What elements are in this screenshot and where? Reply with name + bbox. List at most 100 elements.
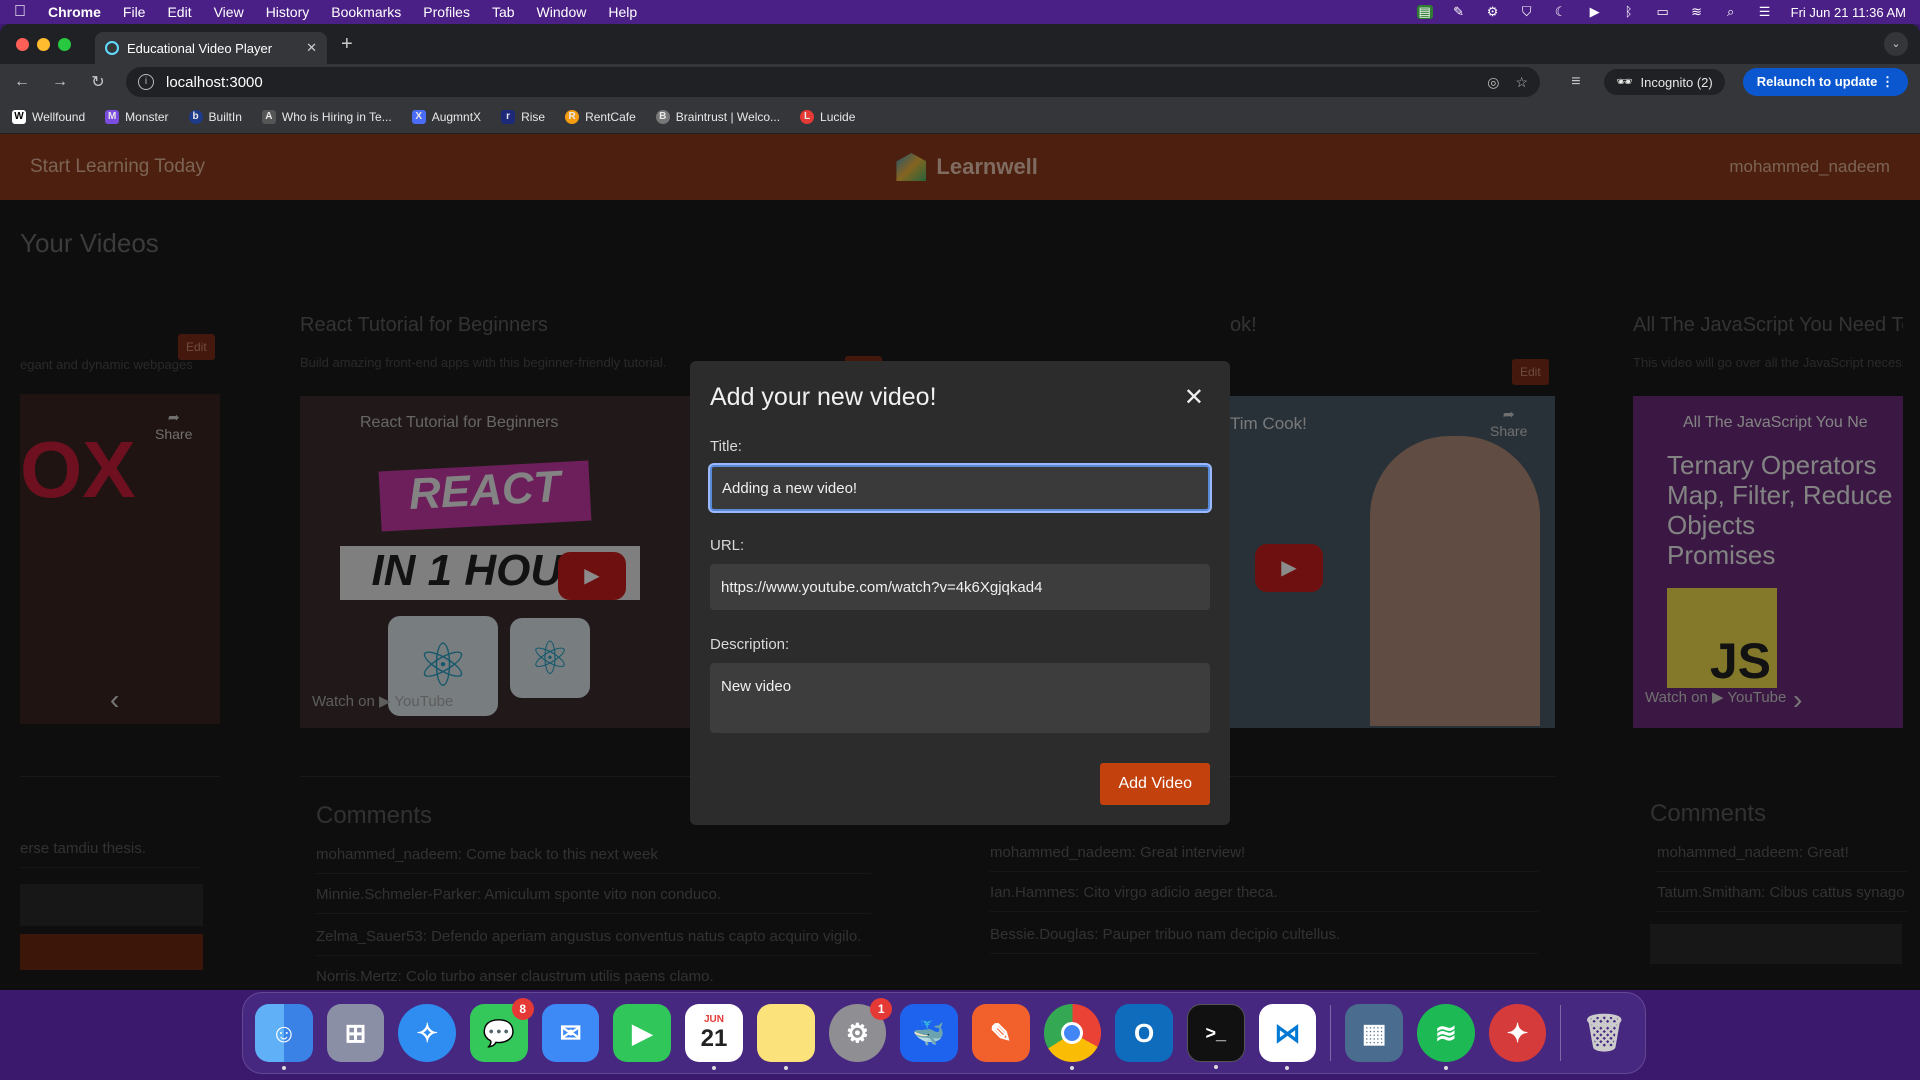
launchpad-icon[interactable]: ⊞ bbox=[326, 1004, 385, 1062]
bookmarks-bar: W Wellfound M Monster b BuiltIn A Who is Hir… bbox=[0, 100, 1920, 134]
clock[interactable]: Fri Jun 21 11:36 AM bbox=[1791, 5, 1906, 20]
new-tab-button[interactable]: + bbox=[341, 33, 353, 56]
description-textarea[interactable]: New video bbox=[710, 663, 1210, 733]
battery-icon[interactable]: ▭ bbox=[1655, 5, 1671, 19]
vscode-icon[interactable]: ⋈ bbox=[1258, 1004, 1317, 1070]
apple-icon[interactable]:  bbox=[14, 3, 26, 21]
forward-icon[interactable]: → bbox=[50, 73, 70, 91]
browser-tab[interactable]: Educational Video Player ✕ bbox=[95, 32, 327, 64]
star-icon[interactable]: ☆ bbox=[1515, 74, 1528, 91]
augmntx-icon: X bbox=[411, 109, 426, 124]
bookmark-rentcafe[interactable]: R RentCafe bbox=[565, 109, 636, 124]
wellfound-icon: W bbox=[12, 109, 26, 124]
rentcafe-icon: R bbox=[565, 109, 580, 124]
messages-badge: 8 bbox=[511, 998, 534, 1020]
menu-app-name[interactable]: Chrome bbox=[48, 4, 101, 20]
bookmark-braintrust[interactable]: B Braintrust | Welco... bbox=[655, 109, 780, 124]
incognito-indicator[interactable]: 🕶 Incognito (2) bbox=[1603, 69, 1725, 95]
settings-badge: 1 bbox=[870, 998, 893, 1020]
close-icon[interactable]: ✕ bbox=[1184, 383, 1204, 412]
chrome-icon[interactable] bbox=[1043, 1004, 1102, 1070]
messages-icon[interactable]: 💬 8 bbox=[470, 998, 534, 1062]
url-text[interactable]: localhost:3000 bbox=[166, 74, 263, 91]
instruments-icon[interactable]: ✦ bbox=[1488, 1004, 1547, 1062]
back-icon[interactable]: ← bbox=[12, 73, 32, 91]
eye-off-icon[interactable]: ◎ bbox=[1487, 74, 1499, 91]
page-content: Start Learning Today Learnwell mohammed_… bbox=[0, 134, 1920, 990]
bookmark-wellfound[interactable]: W Wellfound bbox=[12, 109, 86, 124]
browser-window: Educational Video Player ✕ + ⌄ ← → ↻ i l… bbox=[0, 24, 1920, 990]
menu-file[interactable]: File bbox=[123, 4, 146, 20]
pen-icon[interactable]: ✎ bbox=[1451, 5, 1467, 19]
finder-icon[interactable]: ☺ bbox=[255, 1004, 313, 1070]
safari-icon[interactable]: ✧ bbox=[398, 1004, 457, 1062]
play-circle-icon[interactable]: ▶ bbox=[1587, 5, 1603, 19]
outlook-icon[interactable]: O bbox=[1115, 1004, 1173, 1062]
tab-title: Educational Video Player bbox=[127, 40, 273, 56]
control-center-icon[interactable]: ☰ bbox=[1757, 5, 1773, 19]
url-input[interactable]: https://www.youtube.com/watch?v=4k6Xgjqk… bbox=[710, 564, 1210, 610]
bookmark-who-is-hiring[interactable]: A Who is Hiring in Te... bbox=[261, 109, 392, 124]
bookmark-augmntx[interactable]: X AugmntX bbox=[411, 109, 482, 124]
postman-icon[interactable]: ✎ bbox=[971, 1004, 1030, 1062]
menu-history[interactable]: History bbox=[266, 4, 310, 20]
mail-icon[interactable]: ✉ bbox=[541, 1004, 600, 1062]
maximize-window-button[interactable] bbox=[58, 37, 71, 51]
bluetooth-icon[interactable]: ᛒ bbox=[1621, 5, 1637, 19]
modal-heading: Add your new video! bbox=[710, 383, 937, 411]
menu-edit[interactable]: Edit bbox=[167, 4, 191, 20]
bookmark-builtin[interactable]: b BuiltIn bbox=[188, 109, 242, 124]
bookmark-lucide[interactable]: L Lucide bbox=[800, 109, 855, 124]
title-input[interactable]: Adding a new video! bbox=[710, 465, 1210, 511]
incognito-icon: 🕶 bbox=[1615, 74, 1633, 89]
status-app-icon[interactable]: ▤ bbox=[1416, 5, 1433, 19]
braintrust-icon: B bbox=[655, 109, 670, 124]
add-video-modal: Add your new video! ✕ Title: Adding a ne… bbox=[690, 361, 1230, 825]
terminal-icon[interactable]: >_ bbox=[1186, 1004, 1245, 1069]
bookmark-label: RentCafe bbox=[585, 109, 636, 124]
close-window-button[interactable] bbox=[16, 37, 29, 51]
calendar-day: 21 bbox=[700, 1024, 728, 1052]
bookmark-rise[interactable]: r Rise bbox=[501, 109, 545, 124]
react-favicon-icon bbox=[105, 41, 119, 55]
monster-icon: M bbox=[105, 109, 120, 124]
menu-view[interactable]: View bbox=[214, 4, 244, 20]
menu-profiles[interactable]: Profiles bbox=[423, 4, 470, 20]
wifi-icon[interactable]: ≋ bbox=[1689, 5, 1705, 19]
relaunch-button[interactable]: Relaunch to update ⋮ bbox=[1742, 68, 1908, 96]
tab-search-icon[interactable]: ⌄ bbox=[1884, 32, 1908, 56]
reload-icon[interactable]: ↻ bbox=[88, 72, 108, 92]
shield-icon[interactable]: ⛉ bbox=[1519, 5, 1535, 19]
search-icon[interactable]: ⌕ bbox=[1723, 5, 1739, 19]
system-settings-icon[interactable]: ⚙ 1 bbox=[828, 998, 893, 1062]
address-bar[interactable]: i localhost:3000 ◎ ☆ bbox=[126, 67, 1540, 97]
moon-icon[interactable]: ☾ bbox=[1553, 5, 1569, 19]
close-tab-icon[interactable]: ✕ bbox=[306, 40, 317, 56]
menu-tab[interactable]: Tab bbox=[492, 4, 515, 20]
preview-icon[interactable]: ▦ bbox=[1345, 1004, 1403, 1062]
calendar-icon[interactable]: JUN 21 bbox=[685, 1004, 743, 1070]
dock-separator bbox=[1330, 1005, 1332, 1061]
macos-menu-bar:  Chrome File Edit View History Bookmark… bbox=[0, 0, 1920, 24]
docker-icon[interactable]: 🐳 bbox=[900, 1004, 958, 1062]
calendar-month: JUN bbox=[703, 1013, 724, 1025]
bookmark-label: Who is Hiring in Te... bbox=[281, 109, 392, 124]
menu-bookmarks[interactable]: Bookmarks bbox=[331, 4, 401, 20]
facetime-icon[interactable]: ▶ bbox=[613, 1004, 672, 1062]
macos-dock: ☺ ⊞ ✧ 💬 8 ✉ ▶ JUN 21 ⚙ 1 🐳 ✎ O >_ ⋈ ▦ ≋ ✦ 🗑 bbox=[242, 992, 1646, 1074]
menu-window[interactable]: Window bbox=[537, 4, 587, 20]
minimize-window-button[interactable] bbox=[37, 37, 50, 51]
notes-icon[interactable] bbox=[756, 1004, 815, 1070]
add-video-button[interactable]: Add Video bbox=[1100, 763, 1210, 805]
trash-icon[interactable]: 🗑 bbox=[1575, 1004, 1633, 1062]
bookmark-monster[interactable]: M Monster bbox=[105, 109, 169, 124]
gear-icon[interactable]: ⚙ bbox=[1485, 5, 1501, 19]
bookmark-label: AugmntX bbox=[431, 109, 482, 124]
reading-list-icon[interactable]: ≡ bbox=[1566, 73, 1586, 91]
lucide-icon: L bbox=[800, 109, 815, 124]
menu-help[interactable]: Help bbox=[608, 4, 637, 20]
site-info-icon[interactable]: i bbox=[138, 74, 154, 90]
bookmark-label: Monster bbox=[125, 109, 169, 124]
bookmark-label: Wellfound bbox=[32, 109, 86, 124]
spotify-icon[interactable]: ≋ bbox=[1417, 1004, 1475, 1070]
